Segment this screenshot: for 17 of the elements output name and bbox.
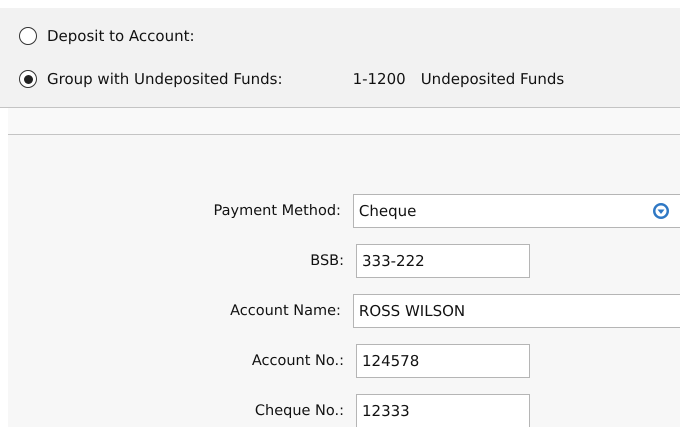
account-name: Undeposited Funds [420, 70, 564, 88]
input-field[interactable]: 124578 [356, 344, 530, 378]
field-label: BSB: [309, 253, 345, 269]
radio-label: Group with Undeposited Funds: [47, 70, 283, 88]
account-number: 1-1200 [352, 70, 406, 88]
payment-method-dropdown[interactable]: Cheque [352, 194, 680, 228]
radio-button[interactable] [19, 70, 37, 88]
field-label: Account No.: [250, 353, 345, 369]
radio-label: Deposit to Account: [47, 27, 195, 45]
radio-button[interactable] [19, 27, 37, 45]
field-label: Payment Method: [212, 203, 342, 219]
dropdown-icon [652, 202, 670, 220]
input-field[interactable]: 333-222 [356, 244, 530, 278]
input-field[interactable]: 12333 [356, 394, 530, 427]
field-label: Cheque No.: [254, 403, 345, 419]
input-field[interactable]: ROSS WILSON [352, 294, 680, 328]
field-label: Account Name: [229, 303, 342, 319]
